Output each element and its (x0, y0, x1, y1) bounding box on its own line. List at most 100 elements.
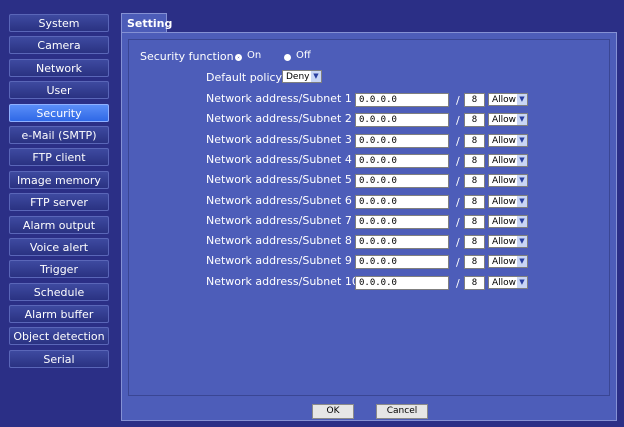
ok-button[interactable]: OK (312, 404, 354, 419)
security-off-radio[interactable] (284, 54, 291, 61)
policy-select[interactable]: Allow ▼ (488, 235, 528, 248)
security-on-label: On (247, 50, 262, 61)
chevron-down-icon: ▼ (517, 114, 527, 125)
subnet-row: Network address/Subnet 8 0.0.0.0/8 Allow ▼ (129, 234, 609, 249)
policy-select-value: Allow (492, 115, 517, 125)
sidebar-item-trigger[interactable]: Trigger (9, 260, 109, 279)
policy-select[interactable]: Allow ▼ (488, 113, 528, 126)
subnet-mask-input[interactable]: 8 (464, 215, 485, 229)
policy-select-value: Allow (492, 176, 517, 186)
subnet-slash: / (456, 155, 460, 168)
network-address-input[interactable]: 0.0.0.0 (355, 215, 449, 229)
policy-select[interactable]: Allow ▼ (488, 174, 528, 187)
subnet-row: Network address/Subnet 3 0.0.0.0 / 8 Allow ▼ (129, 133, 609, 148)
subnet-row-label: Network address/Subnet 1 (206, 92, 352, 105)
subnet-row-label: Network address/Subnet 8 (206, 234, 352, 247)
subnet-mask-input[interactable]: 8 (464, 276, 485, 290)
chevron-down-icon: ▼ (517, 236, 527, 247)
policy-select[interactable]: Allow ▼ (488, 255, 528, 268)
cancel-button[interactable]: Cancel (376, 404, 428, 419)
policy-select-value: Allow (492, 257, 517, 267)
sidebar-item-alarm-output[interactable]: Alarm output (9, 215, 109, 234)
sidebar-menu: System Camera Network User Security e-Ma… (9, 14, 109, 372)
subnet-row-label: Network address/Subnet 3 (206, 133, 352, 146)
sidebar-item-ftp-client[interactable]: FTP client (9, 148, 109, 167)
chevron-down-icon: ▼ (311, 71, 321, 82)
chevron-down-icon: ▼ (517, 256, 527, 267)
network-address-input[interactable]: 0.0.0.0 (355, 276, 449, 290)
sidebar-item-camera[interactable]: Camera (9, 36, 109, 55)
security-on-radio[interactable] (235, 54, 242, 61)
subnet-row: Network address/Subnet 10 0.0.0.0/8 Allow ▼ (129, 275, 609, 290)
policy-select[interactable]: Allow ▼ (488, 276, 528, 289)
subnet-row: Network address/Subnet 7 0.0.0.0/8 Allow ▼ (129, 214, 609, 229)
chevron-down-icon: ▼ (517, 277, 527, 288)
subnet-row-label: Network address/Subnet 7 (206, 214, 352, 227)
tab-setting[interactable]: Setting (121, 13, 172, 33)
subnet-mask-input[interactable]: 8 (464, 195, 485, 209)
network-address-input[interactable]: 0.0.0.0 (355, 154, 449, 168)
subnet-row-label: Network address/Subnet 5 (206, 173, 352, 186)
chevron-down-icon: ▼ (517, 155, 527, 166)
policy-select-value: Allow (492, 197, 517, 207)
policy-select-value: Allow (492, 237, 517, 247)
subnet-slash: / (456, 277, 460, 290)
settings-form: Security function On Off Default policy … (128, 39, 610, 396)
sidebar-item-object-detection[interactable]: Object detection (9, 327, 109, 346)
sidebar-item-serial[interactable]: Serial (9, 349, 109, 368)
chevron-down-icon: ▼ (517, 135, 527, 146)
subnet-row: Network address/Subnet 2 0.0.0.0/8 Allow ▼ (129, 112, 609, 127)
subnet-row: Network address/Subnet 5 0.0.0.0 / 8 Allow ▼ (129, 173, 609, 188)
subnet-row: Network address/Subnet 4 0.0.0.0/8 Allow ▼ (129, 153, 609, 168)
subnet-mask-input[interactable]: 8 (464, 113, 485, 127)
default-policy-select[interactable]: Deny ▼ (282, 70, 322, 83)
subnet-slash: / (456, 94, 460, 107)
policy-select[interactable]: Allow ▼ (488, 154, 528, 167)
subnet-slash: / (456, 216, 460, 229)
subnet-row: Network address/Subnet 1 0.0.0.0/8 Allow ▼ (129, 92, 609, 107)
network-address-input[interactable]: 0.0.0.0 (355, 93, 449, 107)
sidebar-item-image-memory[interactable]: Image memory (9, 170, 109, 189)
chevron-down-icon: ▼ (517, 94, 527, 105)
policy-select[interactable]: Allow ▼ (488, 93, 528, 106)
sidebar-item-schedule[interactable]: Schedule (9, 282, 109, 301)
subnet-mask-input[interactable]: 8 (464, 134, 485, 148)
sidebar-item-voice-alert[interactable]: Voice alert (9, 237, 109, 256)
default-policy-label: Default policy (206, 71, 283, 84)
policy-select[interactable]: Allow ▼ (488, 134, 528, 147)
settings-panel: Security function On Off Default policy … (121, 32, 617, 421)
policy-select-value: Allow (492, 278, 517, 288)
sidebar-item-network[interactable]: Network (9, 58, 109, 77)
network-address-input[interactable]: 0.0.0.0 (355, 134, 449, 148)
chevron-down-icon: ▼ (517, 196, 527, 207)
policy-select[interactable]: Allow ▼ (488, 195, 528, 208)
network-address-input[interactable]: 0.0.0.0 (355, 235, 449, 249)
sidebar-item-email-smtp[interactable]: e-Mail (SMTP) (9, 125, 109, 144)
sidebar-item-security[interactable]: Security (9, 103, 109, 122)
policy-select-value: Allow (492, 156, 517, 166)
subnet-slash: / (456, 135, 460, 148)
network-address-input[interactable]: 0.0.0.0 (355, 113, 449, 127)
subnet-mask-input[interactable]: 8 (464, 235, 485, 249)
subnet-mask-input[interactable]: 8 (464, 255, 485, 269)
policy-select-value: Allow (492, 95, 517, 105)
network-address-input[interactable]: 0.0.0.0 (355, 255, 449, 269)
policy-select-value: Allow (492, 217, 517, 227)
subnet-slash: / (456, 175, 460, 188)
subnet-mask-input[interactable]: 8 (464, 154, 485, 168)
network-address-input[interactable]: 0.0.0.0 (355, 195, 449, 209)
sidebar-item-user[interactable]: User (9, 81, 109, 100)
subnet-mask-input[interactable]: 8 (464, 174, 485, 188)
sidebar-item-ftp-server[interactable]: FTP server (9, 193, 109, 212)
subnet-slash: / (456, 196, 460, 209)
network-address-input[interactable]: 0.0.0.0 (355, 174, 449, 188)
subnet-row: Network address/Subnet 6 0.0.0.0/8 Allow ▼ (129, 194, 609, 209)
chevron-down-icon: ▼ (517, 216, 527, 227)
subnet-mask-input[interactable]: 8 (464, 93, 485, 107)
sidebar-item-system[interactable]: System (9, 14, 109, 32)
sidebar-item-alarm-buffer[interactable]: Alarm buffer (9, 305, 109, 324)
subnet-row-label: Network address/Subnet 4 (206, 153, 352, 166)
subnet-row-label: Network address/Subnet 6 (206, 194, 352, 207)
security-off-label: Off (296, 50, 311, 61)
policy-select[interactable]: Allow ▼ (488, 215, 528, 228)
